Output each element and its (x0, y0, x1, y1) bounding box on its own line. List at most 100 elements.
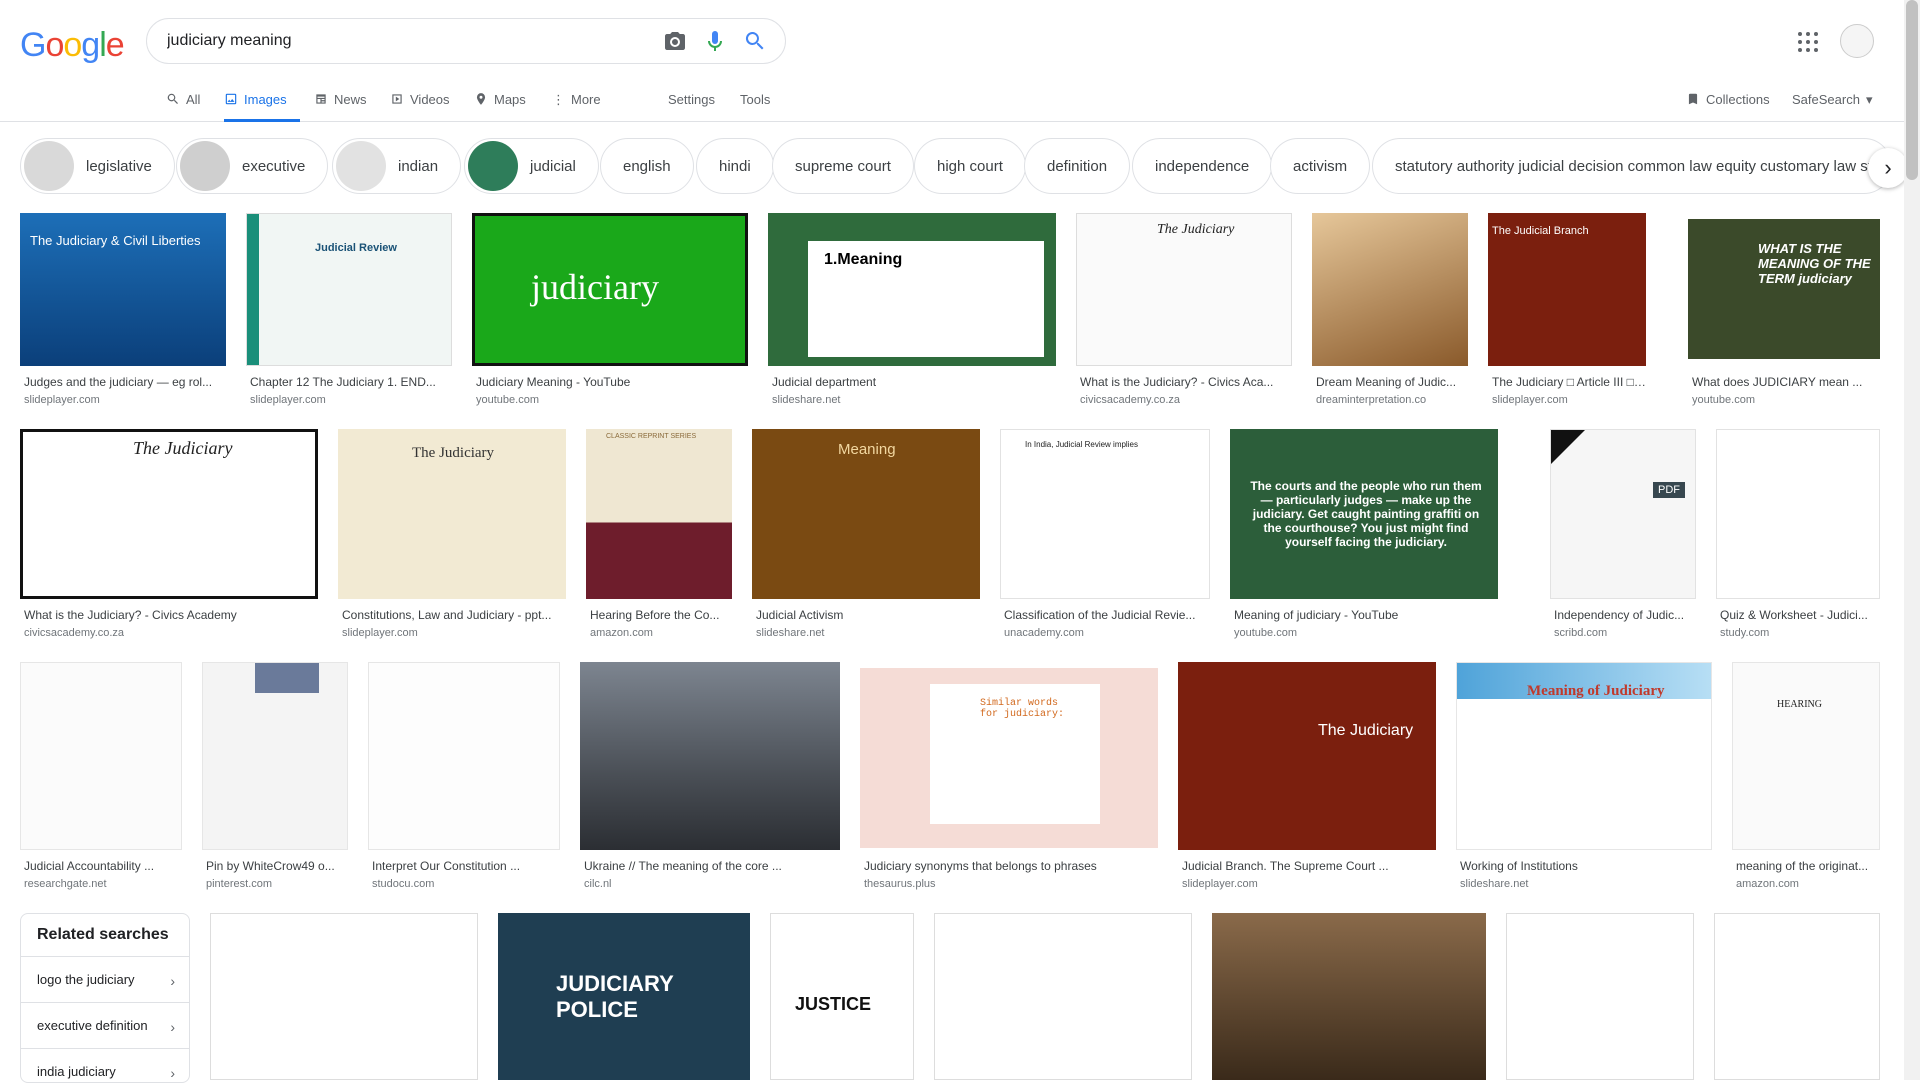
image-result[interactable]: In India, Judicial Review implies Classi… (1000, 429, 1210, 644)
chip-executive[interactable]: executive (176, 138, 329, 194)
safesearch-button[interactable]: SafeSearch ▾ (1792, 86, 1872, 122)
image-result[interactable]: 1.Meaning Judicial department slideshare… (768, 213, 1056, 413)
result-title: Judges and the judiciary — eg rol... (24, 375, 213, 389)
result-source: slideplayer.com (342, 627, 418, 639)
chip-high-court[interactable]: high court (914, 138, 1026, 194)
result-title: Judicial Activism (756, 608, 844, 622)
chip-definition[interactable]: definition (1024, 138, 1131, 194)
image-result[interactable] (1212, 913, 1486, 1080)
image-result[interactable]: CLASSIC REPRINT SERIES Hearing Before th… (586, 429, 732, 644)
result-source: amazon.com (1736, 878, 1799, 890)
image-result[interactable]: HEARING meaning of the originat... amazo… (1732, 662, 1880, 894)
chip-judicial[interactable]: judicial (464, 138, 599, 194)
image-result[interactable]: Meaning of Judiciary Working of Institut… (1456, 662, 1712, 894)
tab-settings[interactable]: Settings (668, 86, 715, 122)
result-title: Interpret Our Constitution ... (372, 859, 521, 873)
result-title: Working of Institutions (1460, 859, 1578, 873)
microphone-icon[interactable] (703, 29, 727, 53)
search-icon (167, 93, 178, 104)
image-result[interactable]: The Judiciary & Civil Liberties Judges a… (20, 213, 226, 413)
image-result[interactable]: The Judiciary Constitutions, Law and Jud… (338, 429, 566, 644)
tab-images[interactable]: Images (224, 86, 300, 122)
account-avatar[interactable] (1840, 24, 1874, 58)
chip-supreme-court[interactable]: supreme court (772, 138, 914, 194)
image-result[interactable]: WHAT IS THE MEANING OF THE TERM judiciar… (1688, 213, 1880, 413)
tab-all[interactable]: All (166, 86, 200, 122)
related-search-item[interactable]: executive definition › (21, 1002, 189, 1048)
result-title: Dream Meaning of Judic... (1316, 375, 1457, 389)
tab-videos[interactable]: Videos (390, 86, 450, 122)
image-result[interactable]: judiciary Judiciary Meaning - YouTube yo… (472, 213, 748, 413)
image-result[interactable]: Similar words for judiciary: Judiciary s… (860, 662, 1158, 894)
tab-label: Maps (494, 92, 526, 107)
camera-icon[interactable] (663, 29, 687, 53)
image-result[interactable]: Meaning Judicial Activism slideshare.net (752, 429, 980, 644)
result-title: Pin by WhiteCrow49 o... (206, 859, 335, 873)
chevron-right-icon: › (1884, 155, 1892, 180)
apps-grid-icon[interactable] (1796, 30, 1820, 54)
tab-tools[interactable]: Tools (740, 86, 770, 122)
scrollbar-thumb[interactable] (1906, 0, 1918, 180)
chip-indian[interactable]: indian (332, 138, 462, 194)
search-input[interactable] (167, 30, 627, 52)
chip-activism[interactable]: activism (1270, 138, 1371, 194)
result-source: thesaurus.plus (864, 878, 936, 890)
thumbnail: Meaning (752, 429, 980, 599)
result-title: Chapter 12 The Judiciary 1. END... (250, 375, 436, 389)
tab-label: More (571, 92, 601, 107)
bookmark-icon (1688, 93, 1698, 105)
chip-english[interactable]: english (600, 138, 694, 194)
result-source: slideshare.net (772, 394, 841, 406)
thumbnail: JUDICIARY POLICE (498, 913, 750, 1080)
image-result[interactable] (210, 913, 478, 1080)
image-result[interactable]: JUDICIARY POLICE (498, 913, 750, 1080)
image-result[interactable] (1506, 913, 1694, 1080)
thumbnail: Similar words for judiciary: (860, 668, 1158, 848)
image-result[interactable]: PDF Independency of Judic... scribd.com (1550, 429, 1696, 644)
image-result[interactable]: The Judiciary What is the Judiciary? - C… (1076, 213, 1292, 413)
chip-hindi[interactable]: hindi (696, 138, 774, 194)
google-logo[interactable]: Google (20, 26, 125, 65)
chip-legislative[interactable]: legislative (20, 138, 175, 194)
image-result[interactable]: Quiz & Worksheet - Judici... study.com (1716, 429, 1880, 644)
image-result[interactable]: Pin by WhiteCrow49 o... pinterest.com (202, 662, 348, 894)
image-result[interactable]: The Judicial Branch The Judiciary □ Arti… (1488, 213, 1646, 413)
image-result[interactable]: JUSTICE (770, 913, 914, 1080)
image-result[interactable]: The courts and the people who run them —… (1230, 429, 1498, 644)
thumbnail (580, 662, 840, 850)
chip-label: legislative (86, 157, 152, 175)
image-result[interactable]: The Judiciary Judicial Branch. The Supre… (1178, 662, 1436, 894)
thumbnail (1714, 913, 1880, 1080)
chip-statutory-authority[interactable]: statutory authority judicial decision co… (1372, 138, 1892, 194)
thumbnail-text: The Judiciary (1318, 722, 1414, 739)
related-search-item[interactable]: logo the judiciary › (21, 956, 189, 1002)
result-title: What is the Judiciary? - Civics Aca... (1080, 375, 1274, 389)
tab-news[interactable]: News (314, 86, 367, 122)
image-result[interactable]: Ukraine // The meaning of the core ... c… (580, 662, 840, 894)
tab-maps[interactable]: Maps (474, 86, 526, 122)
image-result[interactable]: Judicial Accountability ... researchgate… (20, 662, 182, 894)
thumbnail: judiciary (472, 213, 748, 366)
result-title: Constitutions, Law and Judiciary - ppt..… (342, 608, 552, 622)
result-title: Judicial Accountability ... (24, 859, 155, 873)
tab-more[interactable]: ⋮ More (552, 86, 601, 122)
chip-independence[interactable]: independence (1132, 138, 1273, 194)
header: Google All Images News Videos Maps (0, 0, 1920, 122)
search-icon[interactable] (743, 29, 767, 53)
result-source: studocu.com (372, 878, 435, 890)
image-result[interactable]: Dream Meaning of Judic... dreaminterpret… (1312, 213, 1468, 413)
chip-label: english (623, 157, 671, 175)
collections-button[interactable]: Collections (1686, 86, 1770, 122)
image-result[interactable]: The Judiciary What is the Judiciary? - C… (20, 429, 318, 644)
image-result[interactable]: Judicial Review Chapter 12 The Judiciary… (246, 213, 452, 413)
image-result[interactable] (934, 913, 1192, 1080)
related-searches-title: Related searches (37, 926, 169, 943)
image-result[interactable] (1714, 913, 1880, 1080)
chip-thumbnail (180, 141, 230, 191)
thumbnail (210, 913, 478, 1080)
search-box[interactable] (146, 18, 786, 64)
chips-next-button[interactable]: › (1868, 148, 1908, 188)
image-result[interactable]: Interpret Our Constitution ... studocu.c… (368, 662, 560, 894)
related-search-item[interactable]: india judiciary › (21, 1048, 189, 1082)
tab-label: SafeSearch (1792, 92, 1860, 107)
